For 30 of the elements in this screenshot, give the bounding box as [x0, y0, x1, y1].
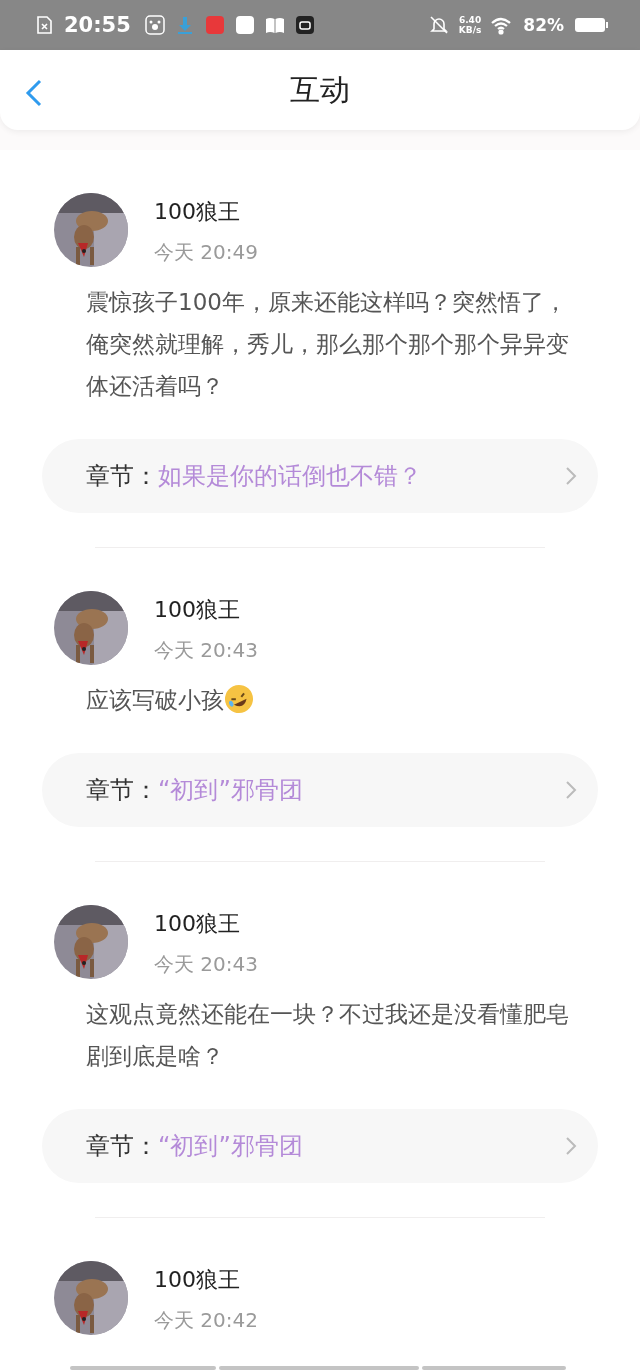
comment-time: 今天 20:43 — [154, 637, 258, 664]
muted-bell-icon — [428, 15, 449, 35]
comment-time: 今天 20:43 — [154, 951, 258, 978]
app-icon — [204, 15, 225, 35]
user-name: 100狼王 — [154, 1266, 241, 1294]
chevron-right-icon — [564, 465, 578, 487]
user-name: 100狼王 — [154, 910, 241, 938]
user-name: 100狼王 — [154, 198, 241, 226]
chapter-link[interactable]: 章节：如果是你的话倒也不错？ — [42, 439, 598, 513]
chevron-left-icon — [24, 78, 44, 108]
status-time: 20:55 — [64, 13, 131, 37]
chapter-link[interactable]: 章节：“初到”邪骨团 — [42, 1109, 598, 1183]
app-icon — [234, 15, 255, 35]
sim-card-icon — [34, 15, 54, 35]
comment-time: 今天 20:42 — [154, 1307, 258, 1334]
chevron-right-icon — [564, 1135, 578, 1157]
chevron-right-icon — [564, 779, 578, 801]
page-title: 互动 — [290, 70, 350, 109]
user-name: 100狼王 — [154, 596, 241, 624]
comment-text: 震惊孩子100年，原来还能这样吗？突然悟了，俺突然就理解，秀儿，那么那个那个那个异异变体还活着吗？ — [86, 289, 569, 399]
comment-text: 这观点竟然还能在一块？不过我还是没看懂肥皂剧到底是啥？ — [86, 1001, 569, 1069]
battery-icon — [574, 15, 610, 35]
book-icon — [264, 15, 285, 35]
chapter-link[interactable]: 章节：“初到”邪骨团 — [42, 753, 598, 827]
network-speed: 6.40 KB/s — [458, 15, 482, 35]
comment-text: 应该写破小孩 — [86, 687, 224, 713]
battery-percent: 82% — [523, 15, 564, 35]
tv-app-icon — [294, 15, 315, 35]
comment-time: 今天 20:49 — [154, 239, 258, 266]
paw-app-icon — [144, 15, 165, 35]
